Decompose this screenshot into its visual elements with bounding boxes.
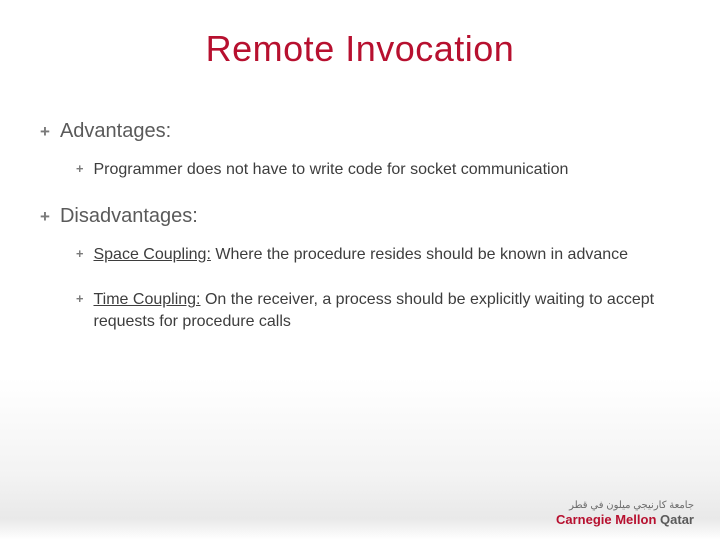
slide-title: Remote Invocation [0, 28, 720, 70]
plus-icon: + [76, 160, 83, 177]
plus-icon: + [40, 207, 50, 227]
item-term: Time Coupling: [93, 291, 200, 308]
logo-cm: Carnegie Mellon [556, 512, 656, 527]
logo-arabic: جامعة كارنيجي ميلون في قطر [556, 501, 694, 511]
section-heading: Disadvantages: [60, 205, 680, 228]
bullet-item: + Time Coupling: On the receiver, a proc… [76, 289, 680, 332]
bullet-disadvantages: + Disadvantages: [40, 205, 680, 228]
slide-content: + Advantages: + Programmer does not have… [40, 120, 680, 356]
bullet-item: + Programmer does not have to write code… [76, 159, 680, 181]
bullet-advantages: + Advantages: [40, 120, 680, 143]
slide: Remote Invocation + Advantages: + Progra… [0, 0, 720, 540]
bullet-item: + Space Coupling: Where the procedure re… [76, 244, 680, 266]
brand-logo: جامعة كارنيجي ميلون في قطر Carnegie Mell… [556, 501, 694, 526]
plus-icon: + [76, 245, 83, 262]
item-text: Programmer does not have to write code f… [93, 159, 680, 181]
item-text: Space Coupling: Where the procedure resi… [93, 244, 680, 266]
item-text: Time Coupling: On the receiver, a proces… [93, 289, 680, 332]
logo-qatar: Qatar [660, 512, 694, 527]
item-term: Space Coupling: [93, 246, 210, 263]
plus-icon: + [40, 122, 50, 142]
plus-icon: + [76, 290, 83, 307]
logo-english: Carnegie Mellon Qatar [556, 513, 694, 526]
item-body: Where the procedure resides should be kn… [211, 246, 628, 263]
section-heading: Advantages: [60, 120, 680, 143]
